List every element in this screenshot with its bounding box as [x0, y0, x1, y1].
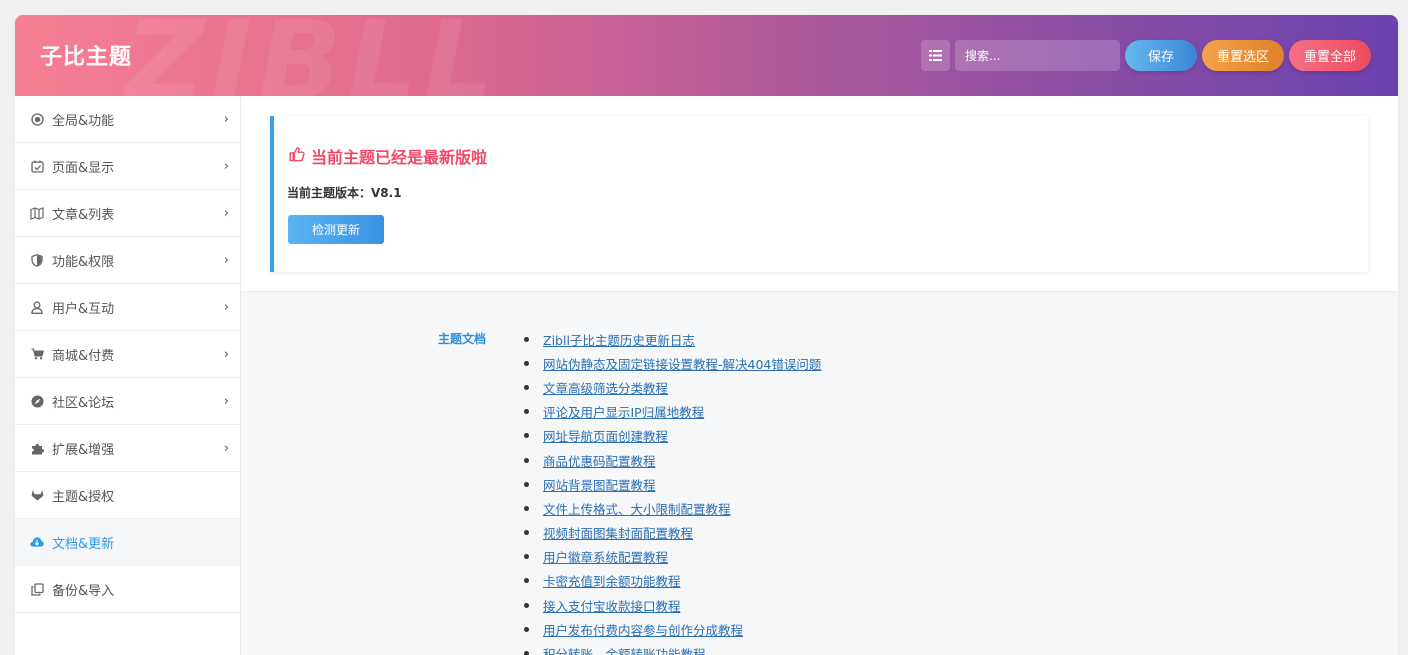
sidebar-nav: 全局&功能 › 页面&显示 › 文章&列表 › 功能&权限 › 用户&互动 › … [15, 96, 241, 655]
doc-link[interactable]: 积分转账、余额转账功能教程 [543, 644, 706, 655]
sidebar-item-label: 商城&付费 [52, 348, 115, 364]
save-button[interactable]: 保存 [1125, 40, 1197, 71]
header-bar: ZIBLL 子比主题 保存 重置选区 重置全部 [15, 15, 1398, 96]
list-item: 用户发布付费内容参与创作分成教程 [524, 617, 821, 641]
header-watermark: ZIBLL [125, 15, 500, 96]
sidebar-item-article[interactable]: 文章&列表 › [15, 190, 240, 237]
update-status-card: 当前主题已经是最新版啦 当前主题版本：V8.1 检测更新 [270, 116, 1368, 272]
chevron-right-icon: › [223, 441, 229, 456]
doc-link[interactable]: 用户徽章系统配置教程 [543, 547, 668, 566]
app-title: 子比主题 [40, 45, 133, 70]
target-icon [30, 112, 44, 126]
reset-selection-button[interactable]: 重置选区 [1202, 40, 1284, 71]
sidebar-item-permission[interactable]: 功能&权限 › [15, 237, 240, 284]
sidebar-item-label: 功能&权限 [52, 254, 115, 270]
doc-link[interactable]: 用户发布付费内容参与创作分成教程 [543, 620, 743, 639]
gitlab-icon [30, 488, 44, 502]
user-icon [30, 300, 44, 314]
update-headline: 当前主题已经是最新版啦 [289, 144, 487, 168]
list-item: Zibll子比主题历史更新日志 [524, 327, 821, 351]
update-headline-text: 当前主题已经是最新版啦 [311, 148, 488, 167]
doc-link[interactable]: 评论及用户显示IP归属地教程 [543, 402, 704, 421]
header-toolbar: 保存 重置选区 重置全部 [921, 40, 1371, 71]
options-panel: ZIBLL 子比主题 保存 重置选区 重置全部 全局&功能 › [15, 15, 1398, 655]
doc-link[interactable]: 文章高级筛选分类教程 [543, 378, 668, 397]
chevron-right-icon: › [223, 347, 229, 362]
list-item: 用户徽章系统配置教程 [524, 545, 821, 569]
list-item: 接入支付宝收款接口教程 [524, 593, 821, 617]
sidebar-item-label: 用户&互动 [52, 301, 115, 317]
thumbs-up-icon [289, 146, 305, 166]
sidebar-item-label: 文章&列表 [52, 207, 115, 223]
docs-section-label: 主题文档 [438, 332, 487, 346]
sidebar-item-label: 文档&更新 [52, 536, 115, 552]
doc-link[interactable]: 商品优惠码配置教程 [543, 451, 656, 470]
shield-icon [30, 253, 44, 267]
list-item: 卡密充值到余额功能教程 [524, 569, 821, 593]
list-item: 视频封面图集封面配置教程 [524, 521, 821, 545]
doc-link[interactable]: 卡密充值到余额功能教程 [543, 571, 681, 590]
theme-version: 当前主题版本：V8.1 [287, 184, 402, 201]
doc-link[interactable]: 网站伪静态及固定链接设置教程-解决404错误问题 [543, 354, 821, 373]
version-value: V8.1 [371, 186, 402, 200]
chevron-right-icon: › [223, 253, 229, 268]
list-item: 评论及用户显示IP归属地教程 [524, 400, 821, 424]
sidebar-item-label: 备份&导入 [52, 583, 115, 599]
sidebar-item-license[interactable]: 主题&授权 [15, 472, 240, 519]
chevron-right-icon: › [223, 159, 229, 174]
main-content: 当前主题已经是最新版啦 当前主题版本：V8.1 检测更新 主题文档 Zibll子… [241, 96, 1398, 655]
sidebar-item-extension[interactable]: 扩展&增强 › [15, 425, 240, 472]
copy-icon [30, 582, 44, 596]
search-input[interactable] [955, 40, 1120, 71]
sidebar-item-label: 页面&显示 [52, 160, 115, 176]
docs-link-list: Zibll子比主题历史更新日志 网站伪静态及固定链接设置教程-解决404错误问题… [524, 327, 821, 655]
doc-link[interactable]: 视频封面图集封面配置教程 [543, 523, 693, 542]
map-icon [30, 206, 44, 220]
sidebar-item-user[interactable]: 用户&互动 › [15, 284, 240, 331]
sidebar-item-page[interactable]: 页面&显示 › [15, 143, 240, 190]
sidebar-item-shop[interactable]: 商城&付费 › [15, 331, 240, 378]
expand-menu-button[interactable] [921, 40, 950, 71]
calendar-check-icon [30, 159, 44, 173]
cart-icon [30, 347, 44, 361]
puzzle-icon [30, 441, 44, 455]
doc-link[interactable]: 网址导航页面创建教程 [543, 426, 668, 445]
doc-link[interactable]: 接入支付宝收款接口教程 [543, 596, 681, 615]
list-item: 文章高级筛选分类教程 [524, 375, 821, 399]
list-icon [929, 50, 942, 61]
cloud-download-icon [30, 535, 44, 549]
version-label: 当前主题版本： [287, 186, 372, 200]
list-item: 商品优惠码配置教程 [524, 448, 821, 472]
sidebar-item-label: 扩展&增强 [52, 442, 115, 458]
sidebar-item-label: 全局&功能 [52, 113, 115, 129]
list-item: 文件上传格式、大小限制配置教程 [524, 496, 821, 520]
chevron-right-icon: › [223, 300, 229, 315]
list-item: 网站背景图配置教程 [524, 472, 821, 496]
sidebar-item-backup[interactable]: 备份&导入 [15, 566, 240, 613]
chevron-right-icon: › [223, 112, 229, 127]
chevron-right-icon: › [223, 394, 229, 409]
doc-link[interactable]: 文件上传格式、大小限制配置教程 [543, 499, 731, 518]
doc-link[interactable]: Zibll子比主题历史更新日志 [543, 330, 695, 349]
sidebar-item-forum[interactable]: 社区&论坛 › [15, 378, 240, 425]
sidebar-item-global[interactable]: 全局&功能 › [15, 96, 240, 143]
list-item: 积分转账、余额转账功能教程 [524, 641, 821, 655]
reset-all-button[interactable]: 重置全部 [1289, 40, 1371, 71]
list-item: 网址导航页面创建教程 [524, 424, 821, 448]
list-item: 网站伪静态及固定链接设置教程-解决404错误问题 [524, 351, 821, 375]
sidebar-item-label: 社区&论坛 [52, 395, 115, 411]
compass-icon [30, 394, 44, 408]
doc-link[interactable]: 网站背景图配置教程 [543, 475, 656, 494]
chevron-right-icon: › [223, 206, 229, 221]
update-section: 当前主题已经是最新版啦 当前主题版本：V8.1 检测更新 [241, 96, 1398, 292]
sidebar-item-docs[interactable]: 文档&更新 [15, 519, 240, 566]
check-update-button[interactable]: 检测更新 [288, 215, 384, 244]
sidebar-item-label: 主题&授权 [52, 489, 115, 505]
